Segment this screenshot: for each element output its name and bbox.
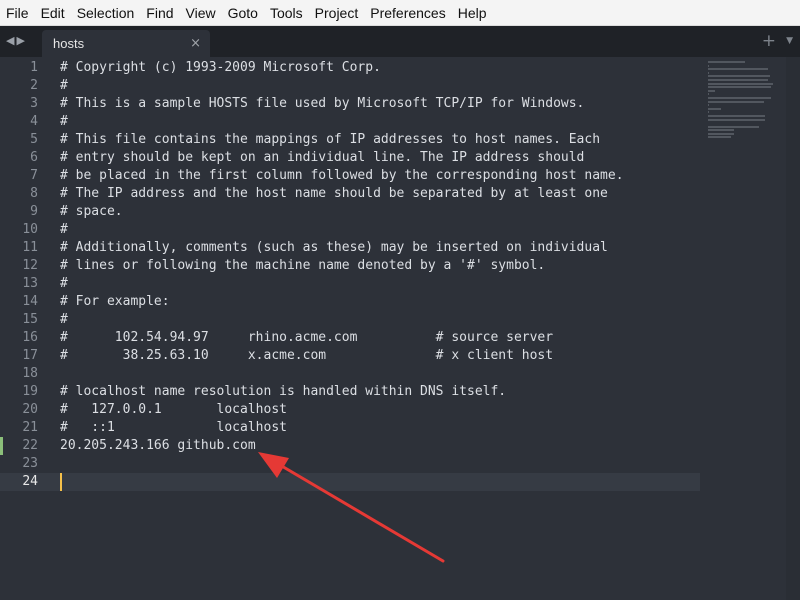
- line-number[interactable]: 9: [0, 203, 46, 221]
- minimap-line: [708, 71, 709, 74]
- tab-navigation: ◀ ▶: [6, 32, 25, 50]
- line-number[interactable]: 24: [0, 473, 46, 491]
- menu-selection[interactable]: Selection: [71, 0, 141, 26]
- minimap-line: [708, 64, 709, 67]
- minimap-line: [708, 114, 765, 117]
- menu-project[interactable]: Project: [309, 0, 365, 26]
- minimap-line: [708, 104, 709, 107]
- line-number[interactable]: 8: [0, 185, 46, 203]
- line-number[interactable]: 15: [0, 311, 46, 329]
- line-number[interactable]: 2: [0, 77, 46, 95]
- line-number[interactable]: 14: [0, 293, 46, 311]
- line-number[interactable]: 22: [0, 437, 46, 455]
- line-number[interactable]: 4: [0, 113, 46, 131]
- minimap-line: [708, 118, 765, 121]
- line-number[interactable]: 5: [0, 131, 46, 149]
- code-line[interactable]: # entry should be kept on an individual …: [60, 149, 700, 167]
- code-line[interactable]: [60, 473, 700, 491]
- code-line[interactable]: # The IP address and the host name shoul…: [60, 185, 700, 203]
- line-number[interactable]: 19: [0, 383, 46, 401]
- code-line[interactable]: #: [60, 77, 700, 95]
- vertical-scrollbar[interactable]: [786, 57, 800, 600]
- minimap-line: [708, 78, 769, 81]
- line-number[interactable]: 13: [0, 275, 46, 293]
- menu-help[interactable]: Help: [452, 0, 493, 26]
- line-number[interactable]: 18: [0, 365, 46, 383]
- line-number[interactable]: 1: [0, 59, 46, 77]
- tab-label: hosts: [53, 36, 85, 51]
- menu-goto[interactable]: Goto: [222, 0, 264, 26]
- code-line[interactable]: # space.: [60, 203, 700, 221]
- minimap-line: [708, 86, 771, 89]
- minimap-line: [708, 107, 721, 110]
- code-line[interactable]: # For example:: [60, 293, 700, 311]
- code-line[interactable]: [60, 365, 700, 383]
- new-tab-icon[interactable]: +: [762, 26, 776, 57]
- minimap-line: [708, 125, 760, 128]
- minimap-line: [708, 132, 735, 135]
- tab-next-icon[interactable]: ▶: [16, 32, 24, 50]
- line-number[interactable]: 3: [0, 95, 46, 113]
- tab-hosts[interactable]: hosts ×: [42, 30, 210, 57]
- minimap-line: [708, 82, 773, 85]
- minimap-line: [708, 75, 771, 78]
- code-line[interactable]: 20.205.243.166 github.com: [60, 437, 700, 455]
- code-line[interactable]: # 38.25.63.10 x.acme.com # x client host: [60, 347, 700, 365]
- code-line[interactable]: # This file contains the mappings of IP …: [60, 131, 700, 149]
- code-line[interactable]: #: [60, 113, 700, 131]
- code-line[interactable]: # ::1 localhost: [60, 419, 700, 437]
- code-line[interactable]: # 127.0.0.1 localhost: [60, 401, 700, 419]
- line-number-gutter[interactable]: 1 2 3 4 5 6 7 8 9 10 11 12 13 14 15 16 17 18 19 20 21 22 23 24: [0, 57, 46, 600]
- minimap-line: [708, 100, 764, 103]
- menu-file[interactable]: File: [0, 0, 35, 26]
- code-line[interactable]: # This is a sample HOSTS file used by Mi…: [60, 95, 700, 113]
- minimap-line: [708, 111, 709, 114]
- menu-edit[interactable]: Edit: [35, 0, 71, 26]
- close-icon[interactable]: ×: [190, 30, 201, 57]
- minimap-line: [708, 96, 771, 99]
- menu-find[interactable]: Find: [140, 0, 179, 26]
- minimap-line: [708, 68, 769, 71]
- tab-bar: ◀ ▶ hosts × + ▼: [0, 26, 800, 57]
- minimap[interactable]: [708, 61, 782, 141]
- code-line[interactable]: # lines or following the machine name de…: [60, 257, 700, 275]
- code-line[interactable]: #: [60, 311, 700, 329]
- menu-tools[interactable]: Tools: [264, 0, 309, 26]
- code-line[interactable]: [60, 455, 700, 473]
- line-number[interactable]: 10: [0, 221, 46, 239]
- line-number[interactable]: 20: [0, 401, 46, 419]
- line-number[interactable]: 6: [0, 149, 46, 167]
- minimap-line: [708, 93, 709, 96]
- code-line[interactable]: # Copyright (c) 1993-2009 Microsoft Corp…: [60, 59, 700, 77]
- code-line[interactable]: #: [60, 275, 700, 293]
- line-number[interactable]: 16: [0, 329, 46, 347]
- line-number[interactable]: 11: [0, 239, 46, 257]
- line-number[interactable]: 12: [0, 257, 46, 275]
- text-caret: [60, 473, 62, 491]
- minimap-line: [708, 61, 745, 63]
- line-number[interactable]: 23: [0, 455, 46, 473]
- line-number[interactable]: 17: [0, 347, 46, 365]
- code-line[interactable]: # be placed in the first column followed…: [60, 167, 700, 185]
- code-line[interactable]: #: [60, 221, 700, 239]
- code-line[interactable]: # Additionally, comments (such as these)…: [60, 239, 700, 257]
- editor-view[interactable]: 1 2 3 4 5 6 7 8 9 10 11 12 13 14 15 16 17 18 19 20 21 22 23 24 …: [0, 57, 800, 600]
- code-line[interactable]: # 102.54.94.97 rhino.acme.com # source s…: [60, 329, 700, 347]
- code-area[interactable]: # Copyright (c) 1993-2009 Microsoft Corp…: [60, 57, 700, 600]
- tab-prev-icon[interactable]: ◀: [6, 32, 14, 50]
- menu-bar: File Edit Selection Find View Goto Tools Projec…: [0, 0, 800, 26]
- minimap-line: [708, 136, 731, 139]
- minimap-line: [708, 129, 735, 132]
- tab-menu-icon[interactable]: ▼: [786, 26, 793, 57]
- menu-preferences[interactable]: Preferences: [364, 0, 451, 26]
- code-line[interactable]: # localhost name resolution is handled w…: [60, 383, 700, 401]
- minimap-line: [708, 89, 716, 92]
- line-number[interactable]: 21: [0, 419, 46, 437]
- line-number[interactable]: 7: [0, 167, 46, 185]
- menu-view[interactable]: View: [180, 0, 222, 26]
